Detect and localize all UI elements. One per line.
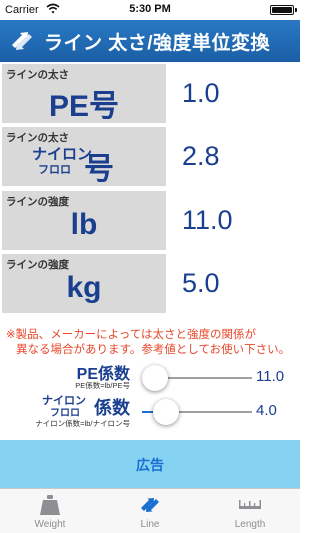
pe-thickness-row[interactable]: ラインの太さ PE号 1.0 (0, 62, 300, 125)
strength-lb-value[interactable]: 11.0 (168, 191, 300, 250)
pe-coefficient-knob[interactable] (142, 365, 169, 391)
battery-icon (270, 5, 294, 15)
ad-label: 広告 (136, 457, 164, 473)
nylon-coefficient-knob[interactable] (153, 399, 180, 425)
app-header: ライン 太さ/強度単位変換 (0, 20, 300, 62)
tab-line[interactable]: Line (100, 489, 200, 533)
pe-coefficient-slider-row: PE係数 PE係数=lb/PE号 11.0 (0, 360, 300, 396)
unit-label: PE号 (48, 90, 120, 123)
row-caption: ラインの太さ (6, 69, 69, 81)
strength-kg-label-cell: ラインの強度 kg (2, 254, 166, 313)
tab-label: Line (140, 519, 160, 530)
tab-length[interactable]: Length (200, 489, 300, 533)
swap-arrows-icon (141, 498, 159, 512)
row-caption: ラインの強度 (6, 196, 69, 208)
conversion-grid: ラインの太さ PE号 1.0 ラインの太さ ナイロン フロロ 号 2.8 ライン… (0, 62, 300, 316)
weight-icon (40, 495, 60, 515)
strength-kg-row[interactable]: ラインの強度 kg 5.0 (0, 252, 300, 315)
tab-label: Weight (34, 519, 66, 530)
pe-thickness-label-cell: ラインの太さ PE号 (2, 64, 166, 123)
nylon-coefficient-value: 4.0 (256, 402, 277, 419)
battery-tip (295, 8, 297, 12)
disclaimer-note: ※製品、メーカーによっては太さと強度の関係が 異なる場合があります。参考値として… (6, 328, 296, 358)
nylon-thickness-row[interactable]: ラインの太さ ナイロン フロロ 号 2.8 (0, 125, 300, 188)
row-caption: ラインの強度 (6, 259, 69, 271)
nylon-coefficient-formula: ナイロン係数=lb/ナイロン号 (35, 419, 130, 428)
ruler-icon (239, 500, 261, 509)
pe-coefficient-value: 11.0 (256, 368, 285, 385)
tab-label: Length (234, 519, 266, 530)
tab-bar: Weight Line Length (0, 488, 300, 533)
strength-lb-row[interactable]: ラインの強度 lb 11.0 (0, 189, 300, 252)
note-line-2: 異なる場合があります。参考値としてお使い下さい。 (16, 344, 291, 356)
tab-weight[interactable]: Weight (0, 489, 100, 533)
pe-coefficient-formula: PE係数=lb/PE号 (75, 381, 130, 390)
unit-label: kg (66, 271, 102, 304)
note-line-1: ※製品、メーカーによっては太さと強度の関係が (6, 329, 256, 341)
swap-arrows-icon (12, 32, 32, 50)
ad-banner[interactable]: 広告 (0, 440, 300, 488)
strength-kg-value[interactable]: 5.0 (168, 254, 300, 313)
unit-label: lb (70, 208, 98, 241)
status-bar: Carrier 5:30 PM (0, 0, 300, 20)
nylon-thickness-label-cell: ラインの太さ ナイロン フロロ 号 (2, 127, 166, 186)
pe-thickness-value[interactable]: 1.0 (168, 64, 300, 123)
strength-lb-label-cell: ラインの強度 lb (2, 191, 166, 250)
status-time: 5:30 PM (129, 3, 171, 15)
nylon-thickness-value[interactable]: 2.8 (168, 127, 300, 186)
nylon-coefficient-slider-row: ナイロン フロロ 係数 ナイロン係数=lb/ナイロン号 4.0 (0, 394, 300, 430)
page-title: ライン 太さ/強度単位変換 (44, 32, 271, 54)
nylon-unit-label: ナイロン フロロ 号 (32, 146, 114, 186)
